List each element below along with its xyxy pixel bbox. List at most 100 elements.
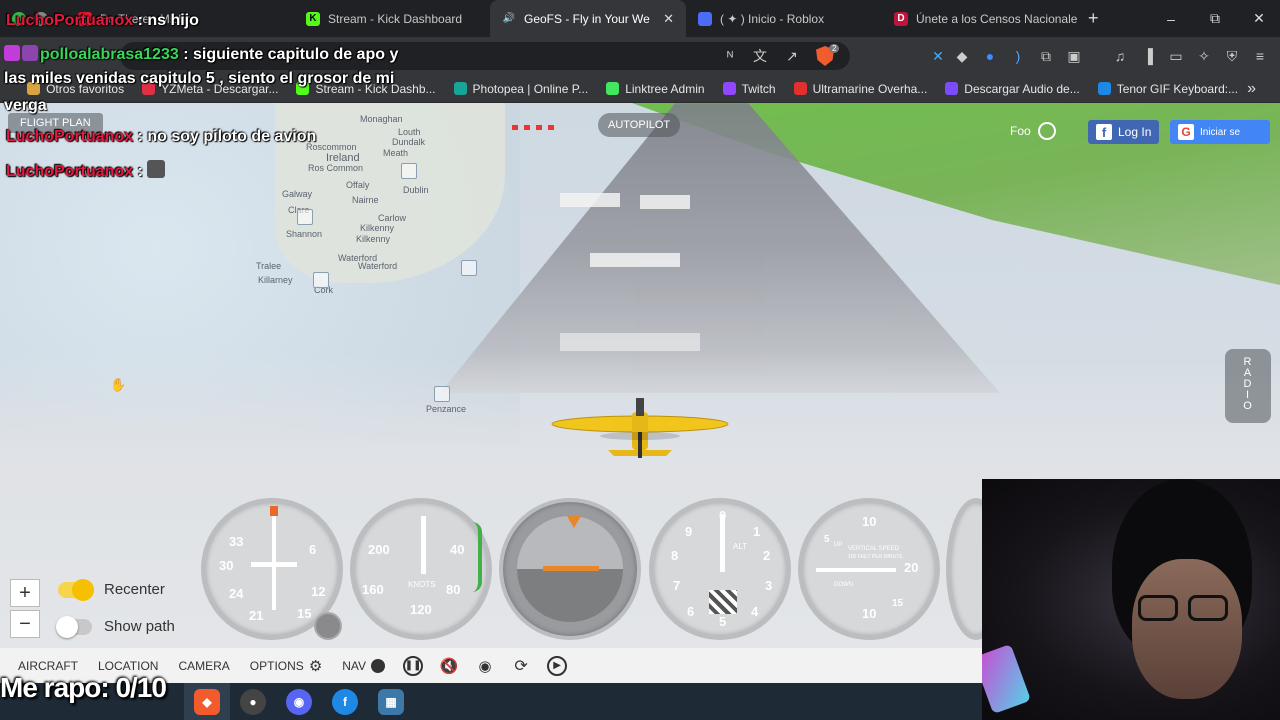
chat-text: : ns hijo [137, 12, 199, 29]
options-menu-button[interactable]: OPTIONS ⚙ [242, 657, 330, 675]
green-arc [472, 522, 482, 592]
altimeter-gauge: 0 1 2 3 4 5 6 7 8 9 ALT [649, 498, 791, 640]
tab-geofs[interactable]: 🔊 GeoFS - Fly in Your We ✕ [490, 0, 686, 37]
extension-3-icon[interactable]: ● [980, 46, 1000, 66]
gauge-number: 1 [753, 524, 761, 539]
extension-4-icon[interactable]: ) [1008, 46, 1028, 66]
translate-icon[interactable]: 文 [750, 46, 770, 66]
map-label: Nairne [352, 195, 379, 205]
gauge-number: 30 [219, 558, 234, 573]
brave-icon[interactable]: ◆ [194, 689, 220, 715]
audio-icon [945, 82, 959, 95]
toggle-knob [56, 615, 78, 638]
altitude-needle [720, 514, 725, 572]
bookmarks-more-button[interactable]: » [1247, 80, 1256, 98]
tools-icon[interactable]: ▦ [378, 689, 404, 715]
play-icon[interactable]: ▶ [547, 655, 568, 676]
airport-marker-icon[interactable] [461, 260, 477, 276]
recenter-label: Recenter [104, 581, 165, 598]
bookmark-label: Photopea | Online P... [472, 81, 589, 96]
map-label: Offaly [346, 180, 370, 190]
bookmark-ultramarine[interactable]: Ultramarine Overha... [785, 82, 937, 96]
camera-menu-button[interactable]: CAMERA [170, 659, 237, 673]
close-tab-icon[interactable]: ✕ [663, 11, 674, 27]
eye-icon[interactable]: ◉ [475, 656, 495, 676]
badge-icon [4, 45, 20, 61]
maximize-button[interactable]: ⧉ [1194, 0, 1236, 37]
nav-menu-button[interactable]: NAV [334, 658, 393, 673]
google-login-button[interactable]: G Iniciar se [1170, 120, 1270, 144]
gauge-number: 4 [751, 604, 759, 619]
vpn-icon[interactable]: ⛨ [1222, 46, 1242, 66]
facebook-login-label: Log In [1118, 125, 1152, 139]
chat-text: : siguiente capitulo de apo y [183, 46, 399, 63]
gif-icon [1097, 82, 1111, 95]
minimize-button[interactable]: – [1150, 0, 1192, 37]
share-icon[interactable]: ↗ [782, 46, 802, 66]
tab-censos[interactable]: D Únete a los Censos Nacionale [882, 0, 1078, 37]
leo-icon[interactable]: ✧ [1194, 46, 1214, 66]
extensions-icon[interactable]: ⧉ [1036, 46, 1056, 66]
zoom-out-button[interactable]: − [10, 610, 40, 638]
show-path-toggle[interactable]: Show path [56, 615, 175, 638]
heading-bug-icon [270, 506, 278, 516]
gauge-knob-icon[interactable] [314, 612, 342, 640]
extension-2-icon[interactable]: ◆ [952, 46, 972, 66]
gauge-number: 7 [673, 578, 681, 593]
new-tab-button[interactable]: + [1078, 8, 1109, 29]
facebook-login-button[interactable]: f Log In [1088, 120, 1160, 144]
sidebar-icon[interactable]: ▐ [1138, 46, 1158, 66]
bookmark-twitch[interactable]: Twitch [714, 82, 785, 96]
bookmark-photopea[interactable]: Photopea | Online P... [445, 82, 598, 96]
recenter-toggle[interactable]: Recenter [58, 578, 165, 601]
app-icon[interactable]: f [332, 689, 358, 715]
badge-icon [22, 45, 38, 61]
close-window-button[interactable]: ✕ [1238, 0, 1280, 37]
music-icon[interactable]: ♫ [1110, 46, 1130, 66]
gauge-number: 80 [446, 582, 461, 597]
no-sound-icon[interactable]: ᴺ [720, 46, 740, 66]
bookmark-descargar-audio[interactable]: Descargar Audio de... [936, 82, 1088, 96]
discord-icon[interactable]: ◉ [286, 689, 312, 715]
autopilot-button[interactable]: AUTOPILOT [598, 113, 681, 137]
location-menu-button[interactable]: LOCATION [90, 659, 166, 673]
airport-marker-icon[interactable] [401, 163, 417, 179]
radio-button[interactable]: R A D I O [1225, 349, 1271, 423]
pause-icon[interactable]: ❚❚ [403, 655, 424, 676]
block-icon[interactable] [1038, 122, 1056, 140]
webcam-face [1132, 559, 1242, 699]
chat-user: LuchoPortuanox [6, 128, 134, 145]
extension-1-icon[interactable]: ✕ [928, 46, 948, 66]
roblox-icon [698, 11, 712, 26]
airport-marker-icon[interactable] [297, 209, 313, 225]
heading-pointer [272, 510, 276, 610]
gauge-number: 200 [368, 542, 390, 557]
map-label: Meath [383, 148, 409, 158]
wallet-icon[interactable]: ▭ [1166, 46, 1186, 66]
screenshot-icon[interactable]: ▣ [1064, 46, 1084, 66]
tab-kick-dashboard[interactable]: K Stream - Kick Dashboard [294, 0, 490, 37]
airplane-icon [551, 398, 729, 458]
gauge-caption: VERTICAL SPEED [848, 546, 900, 552]
chat-message: las miles venidas capitulo 5 , siento el… [4, 70, 394, 88]
map-label: Shannon [286, 229, 323, 239]
tab-roblox[interactable]: ( ✦ ) Inicio - Roblox [686, 0, 882, 37]
twitch-icon [722, 82, 736, 95]
aircraft-menu-button[interactable]: AIRCRAFT [10, 659, 86, 673]
zoom-in-button[interactable]: + [10, 579, 40, 607]
obs-icon[interactable]: ● [240, 689, 266, 715]
reset-icon[interactable]: ⟳ [511, 656, 531, 676]
gauge-number: 120 [410, 602, 432, 617]
mute-icon[interactable]: 🔇 [439, 656, 459, 676]
airport-marker-icon[interactable] [434, 386, 450, 402]
toggle-knob [72, 578, 94, 601]
map-label: Penzance [426, 404, 467, 414]
menu-icon[interactable]: ≡ [1250, 46, 1270, 66]
airport-marker-icon[interactable] [313, 272, 329, 288]
show-path-label: Show path [104, 618, 175, 635]
screen: Be There - Micha K Stream - Kick Dashboa… [0, 0, 1280, 720]
gauge-number: 10 [862, 606, 877, 621]
bookmark-tenor[interactable]: Tenor GIF Keyboard:... [1089, 82, 1247, 96]
bookmark-linktree[interactable]: Linktree Admin [597, 82, 713, 96]
vertical-speed-gauge: 10 5 20 15 10 VERTICAL SPEED 100 FEET PE… [798, 498, 940, 640]
